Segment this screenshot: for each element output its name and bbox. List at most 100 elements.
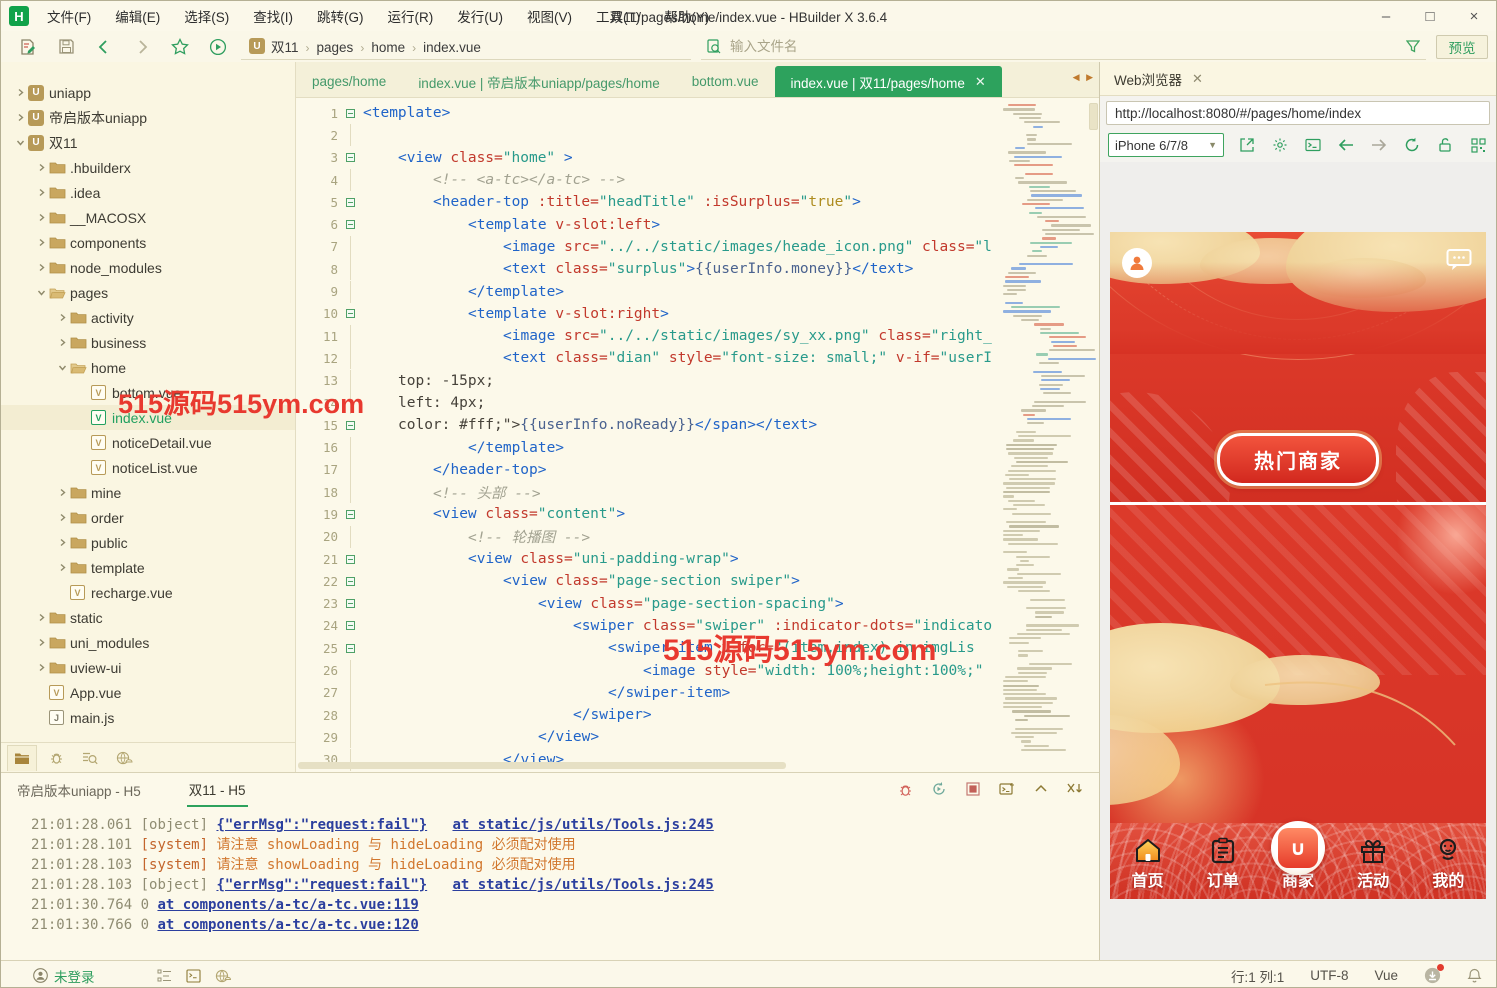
terminal-new-icon[interactable]: [997, 779, 1017, 799]
tree-item-App.vue[interactable]: V App.vue: [1, 680, 295, 705]
web-panel-tab-icon[interactable]: [109, 745, 139, 771]
console-link[interactable]: at static/js/utils/Tools.js:245: [452, 877, 713, 893]
tree-item-uniapp[interactable]: Uuniapp: [1, 80, 295, 105]
code-line[interactable]: 27 </swiper-item>: [296, 681, 999, 704]
run-icon[interactable]: [199, 35, 237, 59]
fold-marker-icon[interactable]: [342, 643, 359, 653]
search-panel-tab-icon[interactable]: [75, 745, 105, 771]
code-line[interactable]: 6 <template v-slot:left>: [296, 213, 999, 235]
qr-code-icon[interactable]: [1468, 135, 1488, 155]
horizontal-scrollbar[interactable]: [298, 762, 786, 769]
chevron-right-icon[interactable]: [55, 488, 70, 497]
fold-marker-icon[interactable]: [342, 509, 359, 519]
device-selector[interactable]: iPhone 6/7/8 ▼: [1108, 133, 1224, 157]
menu-item[interactable]: 视图(V): [517, 3, 582, 29]
unlock-icon[interactable]: [1435, 135, 1455, 155]
new-file-icon[interactable]: [9, 35, 47, 59]
chevron-right-icon[interactable]: [55, 313, 70, 322]
tree-item-__MACOSX[interactable]: __MACOSX: [1, 205, 295, 230]
console-link[interactable]: at static/js/utils/Tools.js:245: [452, 817, 713, 833]
tree-item-activity[interactable]: activity: [1, 305, 295, 330]
code-line[interactable]: 23 <view class="page-section-spacing">: [296, 593, 999, 615]
chevron-right-icon[interactable]: [34, 613, 49, 622]
back-icon[interactable]: [85, 35, 123, 59]
phone-tab-首页[interactable]: 首页: [1110, 823, 1185, 899]
fold-marker-icon[interactable]: [342, 599, 359, 609]
tree-item-components[interactable]: components: [1, 230, 295, 255]
tree-item-.idea[interactable]: .idea: [1, 180, 295, 205]
filter-icon[interactable]: [1406, 39, 1420, 53]
code-line[interactable]: 19 <view class="content">: [296, 503, 999, 525]
tree-item-_11[interactable]: U 双11: [1, 130, 295, 155]
phone-tab-我的[interactable]: 我的: [1411, 823, 1486, 899]
chevron-right-icon[interactable]: [34, 213, 49, 222]
code-line[interactable]: 12 <text class="dian" style="font-size: s…: [296, 347, 999, 370]
menu-item[interactable]: 查找(I): [243, 3, 303, 29]
menu-item[interactable]: 文件(F): [37, 3, 101, 29]
fold-marker-icon[interactable]: [342, 220, 359, 230]
console-link[interactable]: at components/a-tc/a-tc.vue:119: [157, 897, 418, 913]
code-line[interactable]: 20 <!-- 轮播图 -->: [296, 525, 999, 548]
filetype-label[interactable]: Vue: [1374, 968, 1398, 983]
terminal-icon[interactable]: [1303, 135, 1323, 155]
stop-icon[interactable]: [963, 779, 983, 799]
breadcrumb-item[interactable]: pages: [317, 40, 354, 55]
editor-tab[interactable]: index.vue | 双11/pages/home ✕: [774, 66, 1002, 97]
fold-marker-icon[interactable]: [342, 153, 359, 163]
tree-item-uview-ui[interactable]: uview-ui: [1, 655, 295, 680]
tree-item-pages[interactable]: pages: [1, 280, 295, 305]
tree-item-main.js[interactable]: Jmain.js: [1, 705, 295, 730]
update-download-icon[interactable]: [1424, 964, 1444, 984]
debug-panel-tab-icon[interactable]: [41, 745, 71, 771]
settings-icon[interactable]: [1270, 135, 1290, 155]
code-line[interactable]: 28 </swiper>: [296, 704, 999, 727]
tree-item-noticeDetail.vue[interactable]: VnoticeDetail.vue: [1, 430, 295, 455]
fold-marker-icon[interactable]: [342, 554, 359, 564]
chevron-down-icon[interactable]: [55, 363, 70, 372]
code-line[interactable]: 1 <template>: [296, 102, 999, 124]
terminal-status-icon[interactable]: [185, 968, 201, 983]
chevron-down-icon[interactable]: [13, 138, 28, 147]
code-line[interactable]: 11 <image src="../../static/images/sy_xx.…: [296, 325, 999, 348]
editor-tab[interactable]: index.vue | 帝启版本uniapp/pages/home: [402, 66, 675, 97]
phone-tab-活动[interactable]: 活动: [1336, 823, 1411, 899]
code-line[interactable]: 13 top: -15px;: [296, 369, 999, 392]
code-line[interactable]: 5 <header-top :title="headTitle" :isSurpl…: [296, 191, 999, 213]
url-bar[interactable]: http://localhost:8080/#/pages/home/index: [1106, 101, 1490, 125]
code-line[interactable]: 9 </template>: [296, 280, 999, 303]
console-link[interactable]: at components/a-tc/a-tc.vue:120: [157, 917, 418, 933]
bell-icon[interactable]: [1467, 968, 1482, 984]
tree-item-noticeList.vue[interactable]: VnoticeList.vue: [1, 455, 295, 480]
maximize-button[interactable]: □: [1408, 2, 1452, 30]
phone-tab-商家[interactable]: ∪ 商家: [1260, 821, 1335, 899]
code-editor[interactable]: 1 <template> 2 3 <view class="home" >4 <!-- <…: [296, 98, 1099, 772]
code-line[interactable]: 18 <!-- 头部 -->: [296, 481, 999, 504]
chevron-right-icon[interactable]: [34, 163, 49, 172]
message-icon[interactable]: [1446, 248, 1472, 272]
code-line[interactable]: 3 <view class="home" >: [296, 147, 999, 169]
fold-marker-icon[interactable]: [342, 309, 359, 319]
tree-item-business[interactable]: business: [1, 330, 295, 355]
favorite-icon[interactable]: [161, 35, 199, 59]
back-nav-icon[interactable]: [1336, 135, 1356, 155]
encoding-label[interactable]: UTF-8: [1310, 968, 1348, 983]
forward-icon[interactable]: [123, 35, 161, 59]
tree-item-public[interactable]: public: [1, 530, 295, 555]
menu-item[interactable]: 编辑(E): [105, 3, 170, 29]
menu-item[interactable]: 工具(T): [586, 3, 650, 29]
code-line[interactable]: 16 </template>: [296, 436, 999, 459]
chevron-down-icon[interactable]: [34, 288, 49, 297]
breadcrumb-item[interactable]: 双11: [271, 40, 299, 55]
tab-close-icon[interactable]: ✕: [975, 74, 986, 90]
menu-item[interactable]: 发行(U): [447, 3, 513, 29]
fold-marker-icon[interactable]: [342, 420, 359, 430]
phone-screen[interactable]: 热门商家 首页 订单 ∪ 商家 活动 我的: [1110, 232, 1486, 899]
collapse-icon[interactable]: [1031, 779, 1051, 799]
console-link[interactable]: {"errMsg":"request:fail"}: [216, 877, 427, 893]
code-line[interactable]: 8 <text class="surplus">{{userInfo.money}…: [296, 258, 999, 281]
editor-tab[interactable]: bottom.vue: [676, 66, 775, 97]
fold-marker-icon[interactable]: [342, 197, 359, 207]
tree-item-uni_modules[interactable]: uni_modules: [1, 630, 295, 655]
tree-item-____uniapp[interactable]: U 帝启版本uniapp: [1, 105, 295, 130]
code-line[interactable]: 10 <template v-slot:right>: [296, 303, 999, 325]
